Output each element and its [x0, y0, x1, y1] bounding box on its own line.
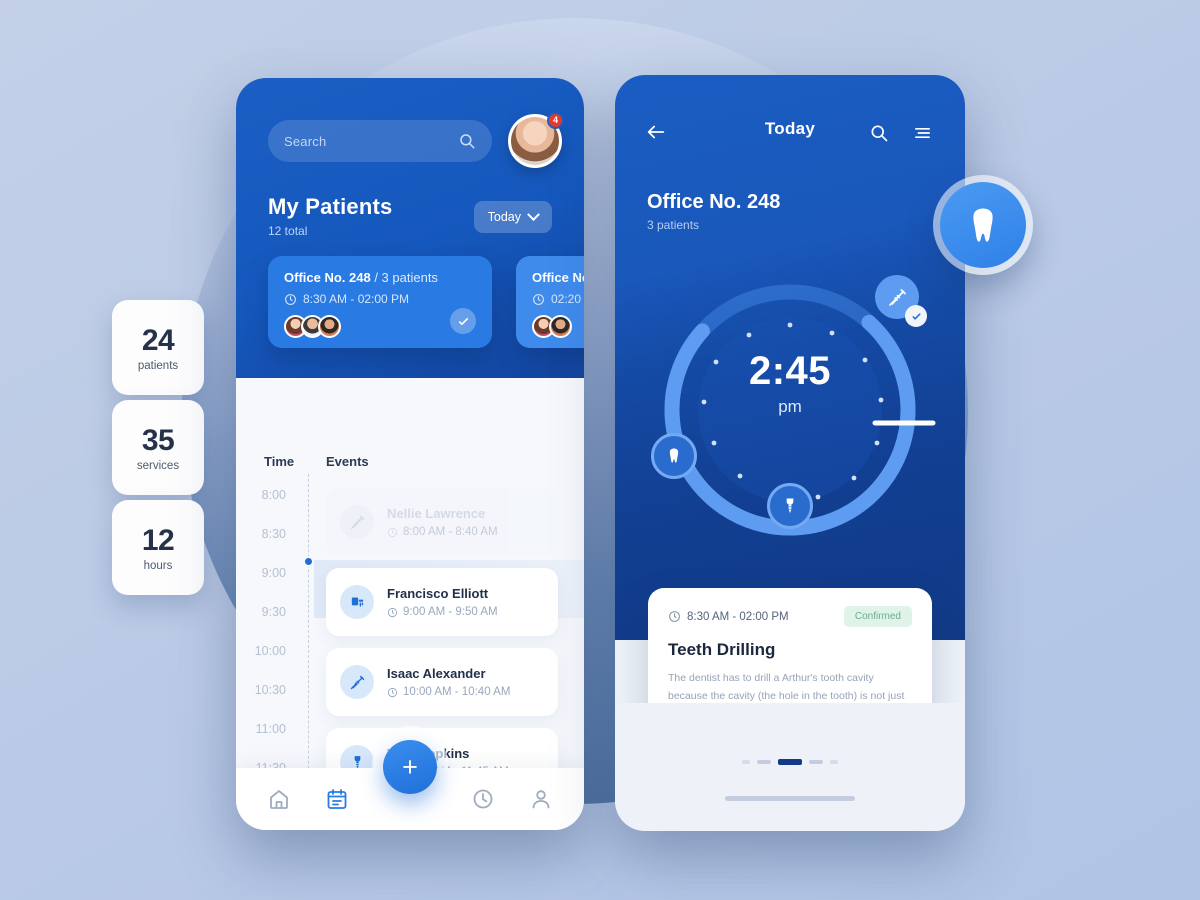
office-title-group: Office No. 248 3 patients [647, 191, 780, 232]
pagination-dots[interactable] [615, 759, 965, 765]
tooth-badge-floating[interactable] [933, 175, 1033, 275]
event-name: Nellie Lawrence [387, 506, 486, 521]
office-card-list[interactable]: Office No. 248 / 3 patients 8:30 AM - 02… [236, 256, 584, 366]
filter-today-button[interactable]: Today [473, 201, 552, 233]
nav-item-profile[interactable] [529, 787, 553, 811]
right-header: Today Office No. 248 3 patients 2:45 pm [615, 75, 965, 640]
page-title: My Patients [268, 194, 393, 219]
current-time-marker [303, 556, 314, 567]
search-placeholder: Search [284, 133, 327, 149]
time-label: 8:00 [261, 488, 286, 502]
office-card-time: 8:30 AM - 02:00 PM [284, 292, 476, 306]
office-card-avatars [532, 315, 584, 338]
office-card-time: 02:20 [532, 292, 584, 306]
appointment-title: Teeth Drilling [668, 640, 776, 659]
chevron-down-icon [527, 207, 540, 221]
syringe-icon [340, 665, 374, 699]
check-icon [450, 308, 476, 334]
time-label: 11:00 [255, 722, 286, 736]
stat-card-patients: 24 patients [112, 300, 204, 395]
event-time: 9:00 AM - 9:50 AM [387, 606, 498, 618]
column-header-time: Time [264, 454, 295, 469]
time-label-column: 8:00 8:30 9:00 9:30 10:00 10:30 11:00 11… [236, 488, 302, 800]
column-header-events: Events [326, 454, 369, 469]
appointment-time: 8:30 AM - 02:00 PM [668, 610, 789, 623]
event-name: Francisco Elliott [387, 586, 489, 601]
time-label: 10:00 [254, 644, 286, 658]
timeline-axis [308, 474, 309, 814]
page-dot[interactable] [757, 760, 771, 764]
left-header: Search 4 My Patients 12 total Today Offi… [236, 78, 584, 378]
page-dot[interactable] [809, 760, 823, 764]
page-subtitle: 12 total [268, 224, 308, 238]
ring-node-tooth[interactable] [651, 433, 697, 479]
phone-screen-appointment: Today Office No. 248 3 patients 2:45 pm … [615, 75, 965, 831]
office-subtitle: 3 patients [647, 218, 700, 232]
list-item[interactable]: Isaac Alexander 10:00 AM - 10:40 AM [326, 648, 558, 716]
appointment-progress-ring: 2:45 pm [641, 261, 939, 559]
notification-badge: 4 [547, 112, 564, 129]
syringe-icon [340, 505, 374, 539]
stat-number: 35 [141, 423, 175, 457]
stat-number: 12 [141, 523, 175, 557]
time-label: 9:00 [261, 566, 286, 580]
avatar[interactable]: 4 [508, 112, 564, 168]
page-dot-active[interactable] [778, 759, 802, 765]
stat-card-services: 35 services [112, 400, 204, 495]
stat-label: patients [137, 359, 179, 372]
phone-screen-patients: Search 4 My Patients 12 total Today Offi… [236, 78, 584, 830]
office-card-title: Office No. 248 / 3 patients [284, 270, 438, 285]
event-time: 8:00 AM - 8:40 AM [387, 526, 498, 538]
search-input[interactable]: Search [268, 120, 492, 162]
list-item[interactable]: Francisco Elliott 9:00 AM - 9:50 AM [326, 568, 558, 636]
timer-meridiem: pm [778, 397, 802, 416]
time-label: 8:30 [261, 527, 286, 541]
home-indicator [725, 796, 855, 801]
stat-label: services [136, 459, 180, 472]
stat-card-hours: 12 hours [112, 500, 204, 595]
office-card-title: Office No. [532, 270, 584, 285]
list-item[interactable]: Nellie Lawrence 8:00 AM - 8:40 AM [326, 488, 558, 556]
timer-value: 2:45 [748, 349, 832, 393]
office-card-selected[interactable]: Office No. 248 / 3 patients 8:30 AM - 02… [268, 256, 492, 348]
nav-item-home[interactable] [267, 787, 291, 811]
search-icon[interactable] [869, 123, 889, 143]
stat-number: 24 [141, 323, 175, 357]
drill-icon [340, 585, 374, 619]
hamburger-menu-icon[interactable] [912, 123, 933, 143]
ring-node-implant[interactable] [767, 483, 813, 529]
avatar [549, 315, 572, 338]
appointment-card-top: 8:30 AM - 02:00 PM Confirmed [668, 606, 912, 627]
office-card-avatars [284, 315, 476, 338]
tooth-icon [940, 182, 1026, 268]
status-badge: Confirmed [843, 606, 912, 627]
search-icon[interactable] [458, 132, 476, 150]
event-time: 10:00 AM - 10:40 AM [387, 686, 510, 698]
check-icon [905, 305, 927, 327]
page-dot[interactable] [742, 760, 750, 764]
stat-label: hours [143, 559, 173, 572]
nav-item-calendar[interactable] [325, 787, 349, 811]
filter-label: Today [487, 210, 521, 224]
page-dot[interactable] [830, 760, 838, 764]
add-appointment-button[interactable]: + [383, 740, 437, 794]
time-label: 10:30 [254, 683, 286, 697]
office-card-next[interactable]: Office No. 02:20 [516, 256, 584, 348]
office-title: Office No. 248 [647, 191, 781, 213]
right-bottom-panel [615, 703, 965, 831]
page-title-group: My Patients 12 total [268, 194, 392, 238]
event-name: Isaac Alexander [387, 666, 486, 681]
avatar [318, 315, 341, 338]
nav-item-clock[interactable] [471, 787, 495, 811]
appbar: Today [615, 119, 965, 149]
time-label: 9:30 [261, 605, 286, 619]
